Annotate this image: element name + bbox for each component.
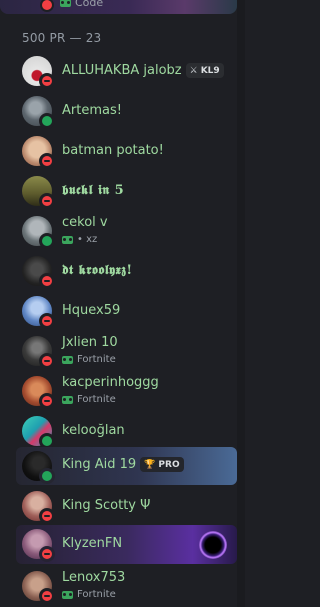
- member-row[interactable]: 𝖇𝖚𝖈𝖐𝖑 𝖎𝖓 5: [16, 172, 237, 212]
- activity-line: Fortnite: [62, 394, 116, 405]
- dnd-status-icon: [39, 508, 55, 524]
- gamepad-icon: [62, 590, 73, 599]
- member-row[interactable]: 𝖉𝖙 𝖐𝖗𝖔𝖔𝖑𝖞𝖝𝖟!: [16, 252, 237, 292]
- gamepad-icon: [60, 0, 71, 7]
- member-row[interactable]: kelooğlan: [16, 412, 237, 452]
- activity-text: Fortnite: [77, 354, 116, 365]
- activity-line: • xz: [62, 234, 97, 245]
- activity-line: Fortnite: [62, 354, 116, 365]
- member-name: 𝖉𝖙 𝖐𝖗𝖔𝖔𝖑𝖞𝖝𝖟!: [62, 263, 133, 278]
- sword-icon: ⚔: [189, 65, 198, 76]
- dnd-status-icon: [39, 193, 55, 209]
- online-status-icon: [39, 113, 55, 129]
- member-name: King Scotty Ψ: [62, 498, 151, 513]
- avatar: [22, 56, 55, 89]
- avatar: [22, 491, 55, 524]
- avatar: [22, 296, 55, 329]
- dnd-status-icon: [39, 313, 55, 329]
- dnd-status-icon: [40, 0, 54, 12]
- scrollbar[interactable]: [237, 0, 245, 607]
- dnd-status-icon: [39, 546, 55, 562]
- member-row[interactable]: Artemas!: [16, 92, 237, 132]
- member-row[interactable]: King Aid 19 🏆 PRO: [16, 447, 237, 485]
- member-name: kelooğlan: [62, 423, 125, 438]
- avatar: [22, 416, 55, 449]
- member-row[interactable]: ALLUHAKBA jalobz ⚔ KL9: [16, 52, 237, 92]
- member-row[interactable]: kacperinhoggg Fortnite: [16, 372, 237, 412]
- avatar: [22, 216, 55, 249]
- activity-text: Fortnite: [77, 589, 116, 600]
- previous-member-card[interactable]: Code: [0, 0, 237, 14]
- member-row[interactable]: Jxlien 10 Fortnite: [16, 332, 237, 372]
- activity-line: Code: [60, 0, 103, 9]
- member-row[interactable]: Lenox753 Fortnite: [16, 567, 237, 607]
- member-name: cekol v: [62, 215, 108, 230]
- member-row[interactable]: KlyzenFN: [16, 525, 237, 564]
- activity-text: • xz: [77, 234, 98, 245]
- dnd-status-icon: [39, 73, 55, 89]
- member-name: batman potato!: [62, 143, 164, 158]
- member-name: King Aid 19 🏆 PRO: [62, 457, 184, 472]
- avatar: [22, 256, 55, 289]
- activity-text: Fortnite: [77, 394, 116, 405]
- member-name: kacperinhoggg: [62, 375, 159, 390]
- activity-line: Fortnite: [62, 589, 116, 600]
- avatar: [22, 96, 55, 129]
- gamepad-icon: [62, 355, 73, 364]
- avatar: [22, 529, 55, 562]
- online-status-icon: [39, 468, 55, 484]
- avatar: [22, 176, 55, 209]
- avatar: [22, 451, 55, 484]
- clan-tag-badge: ⚔ KL9: [185, 63, 224, 78]
- member-name: Artemas!: [62, 103, 122, 118]
- dnd-status-icon: [39, 353, 55, 369]
- avatar: [22, 376, 55, 409]
- avatar: [22, 336, 55, 369]
- member-name: 𝖇𝖚𝖈𝖐𝖑 𝖎𝖓 5: [62, 183, 125, 198]
- dnd-status-icon: [39, 153, 55, 169]
- member-name: ALLUHAKBA jalobz ⚔ KL9: [62, 63, 224, 78]
- member-name: Jxlien 10: [62, 335, 118, 350]
- member-section-header: 500 PR — 23: [22, 31, 102, 45]
- clan-tag-badge: 🏆 PRO: [140, 457, 184, 472]
- member-row[interactable]: batman potato!: [16, 132, 237, 172]
- trophy-icon: 🏆: [144, 459, 156, 470]
- member-name: Lenox753: [62, 570, 126, 585]
- profile-effect-portal: [199, 531, 227, 559]
- member-name: KlyzenFN: [62, 536, 123, 551]
- dnd-status-icon: [39, 393, 55, 409]
- dnd-status-icon: [39, 588, 55, 604]
- gamepad-icon: [62, 235, 73, 244]
- online-status-icon: [39, 233, 55, 249]
- member-row[interactable]: cekol v • xz: [16, 212, 237, 252]
- dnd-status-icon: [39, 273, 55, 289]
- member-name: Hquex59: [62, 303, 121, 318]
- gamepad-icon: [62, 395, 73, 404]
- member-row[interactable]: King Scotty Ψ: [16, 487, 237, 527]
- avatar: [22, 136, 55, 169]
- avatar: [22, 571, 55, 604]
- activity-text: Code: [75, 0, 104, 9]
- member-row[interactable]: Hquex59: [16, 292, 237, 332]
